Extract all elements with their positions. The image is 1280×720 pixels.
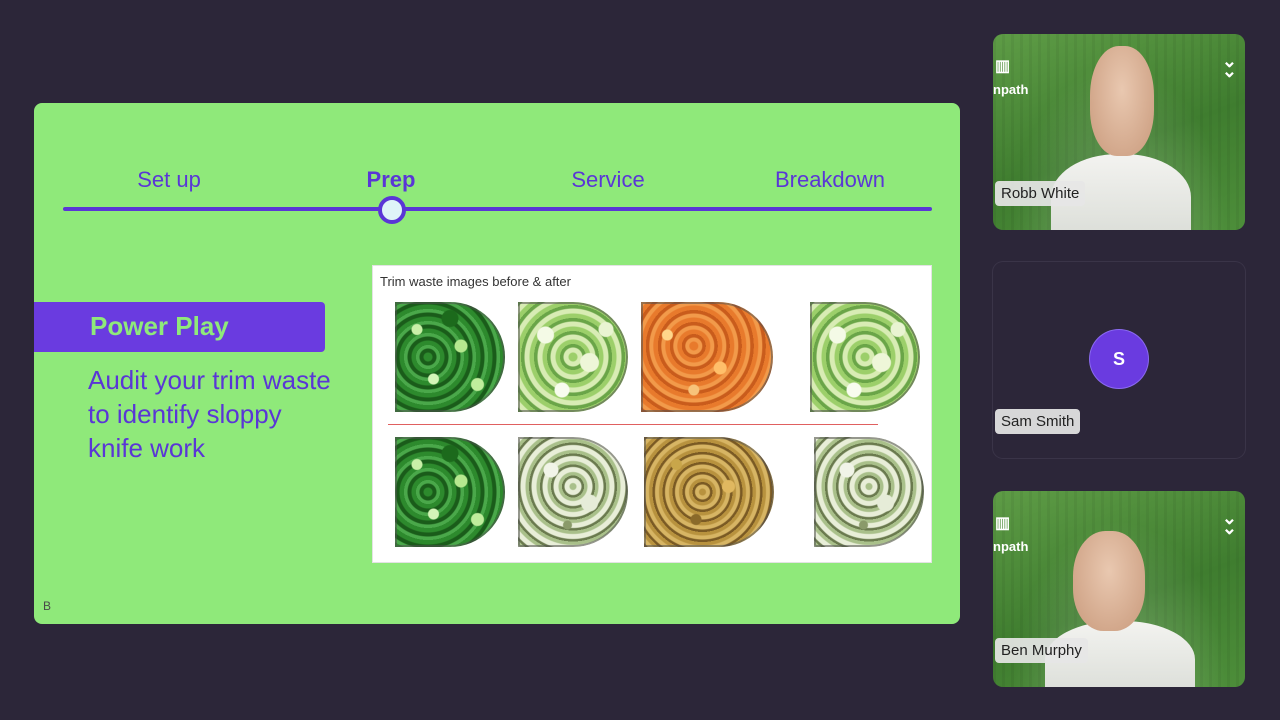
trim-image-before-4 xyxy=(810,302,920,412)
brand-text: npath xyxy=(993,539,1029,554)
participant-tile-robb-white[interactable]: ▥ npath ⌄ ⌄ Robb White xyxy=(993,34,1245,230)
power-play-title: Power Play xyxy=(90,311,229,341)
chevron-down-icon: ⌄ ⌄ xyxy=(1221,508,1237,538)
presentation-slide: Set up Prep Service Breakdown Power Play… xyxy=(34,103,960,624)
participant-name-tag: Robb White xyxy=(995,181,1086,206)
trim-image-before-2 xyxy=(518,302,628,412)
trim-image-after-2 xyxy=(518,437,628,547)
brand-glyph-icon: ▥ xyxy=(995,515,1011,532)
person-head xyxy=(1073,531,1145,631)
power-play-text: Audit your trim waste to identify sloppy… xyxy=(88,365,331,463)
chevron-down-icon: ⌄ ⌄ xyxy=(1221,51,1237,81)
participant-tile-ben-murphy[interactable]: ▥ npath ⌄ ⌄ Ben Murphy xyxy=(993,491,1245,687)
stage-label-breakdown: Breakdown xyxy=(774,167,886,192)
participant-name-tag: Sam Smith xyxy=(995,409,1081,434)
trim-waste-image-panel: Trim waste images before & after xyxy=(373,266,931,562)
trim-image-after-4 xyxy=(814,437,924,547)
trim-image-after-3 xyxy=(644,437,774,547)
slide-footer: B xyxy=(43,599,52,613)
brand-glyph-icon: ▥ xyxy=(995,58,1011,75)
avatar: S xyxy=(1090,330,1148,388)
before-after-divider xyxy=(388,424,878,425)
timeline-current-marker xyxy=(378,196,406,224)
participant-tile-sam-smith[interactable]: S Sam Smith xyxy=(993,262,1245,458)
trim-caption: Trim waste images before & after xyxy=(380,274,571,289)
participant-name-tag: Ben Murphy xyxy=(995,638,1088,663)
stage-label-service: Service xyxy=(571,167,645,192)
power-play-banner: Power Play xyxy=(34,302,325,352)
person-head xyxy=(1090,46,1154,156)
brand-text: npath xyxy=(993,82,1029,97)
stage-label-prep: Prep xyxy=(366,167,416,192)
trim-image-before-3 xyxy=(641,302,773,412)
trim-image-after-1 xyxy=(395,437,505,547)
trim-image-before-1 xyxy=(395,302,505,412)
stage-label-set-up: Set up xyxy=(137,167,201,192)
timeline-line xyxy=(63,207,932,211)
